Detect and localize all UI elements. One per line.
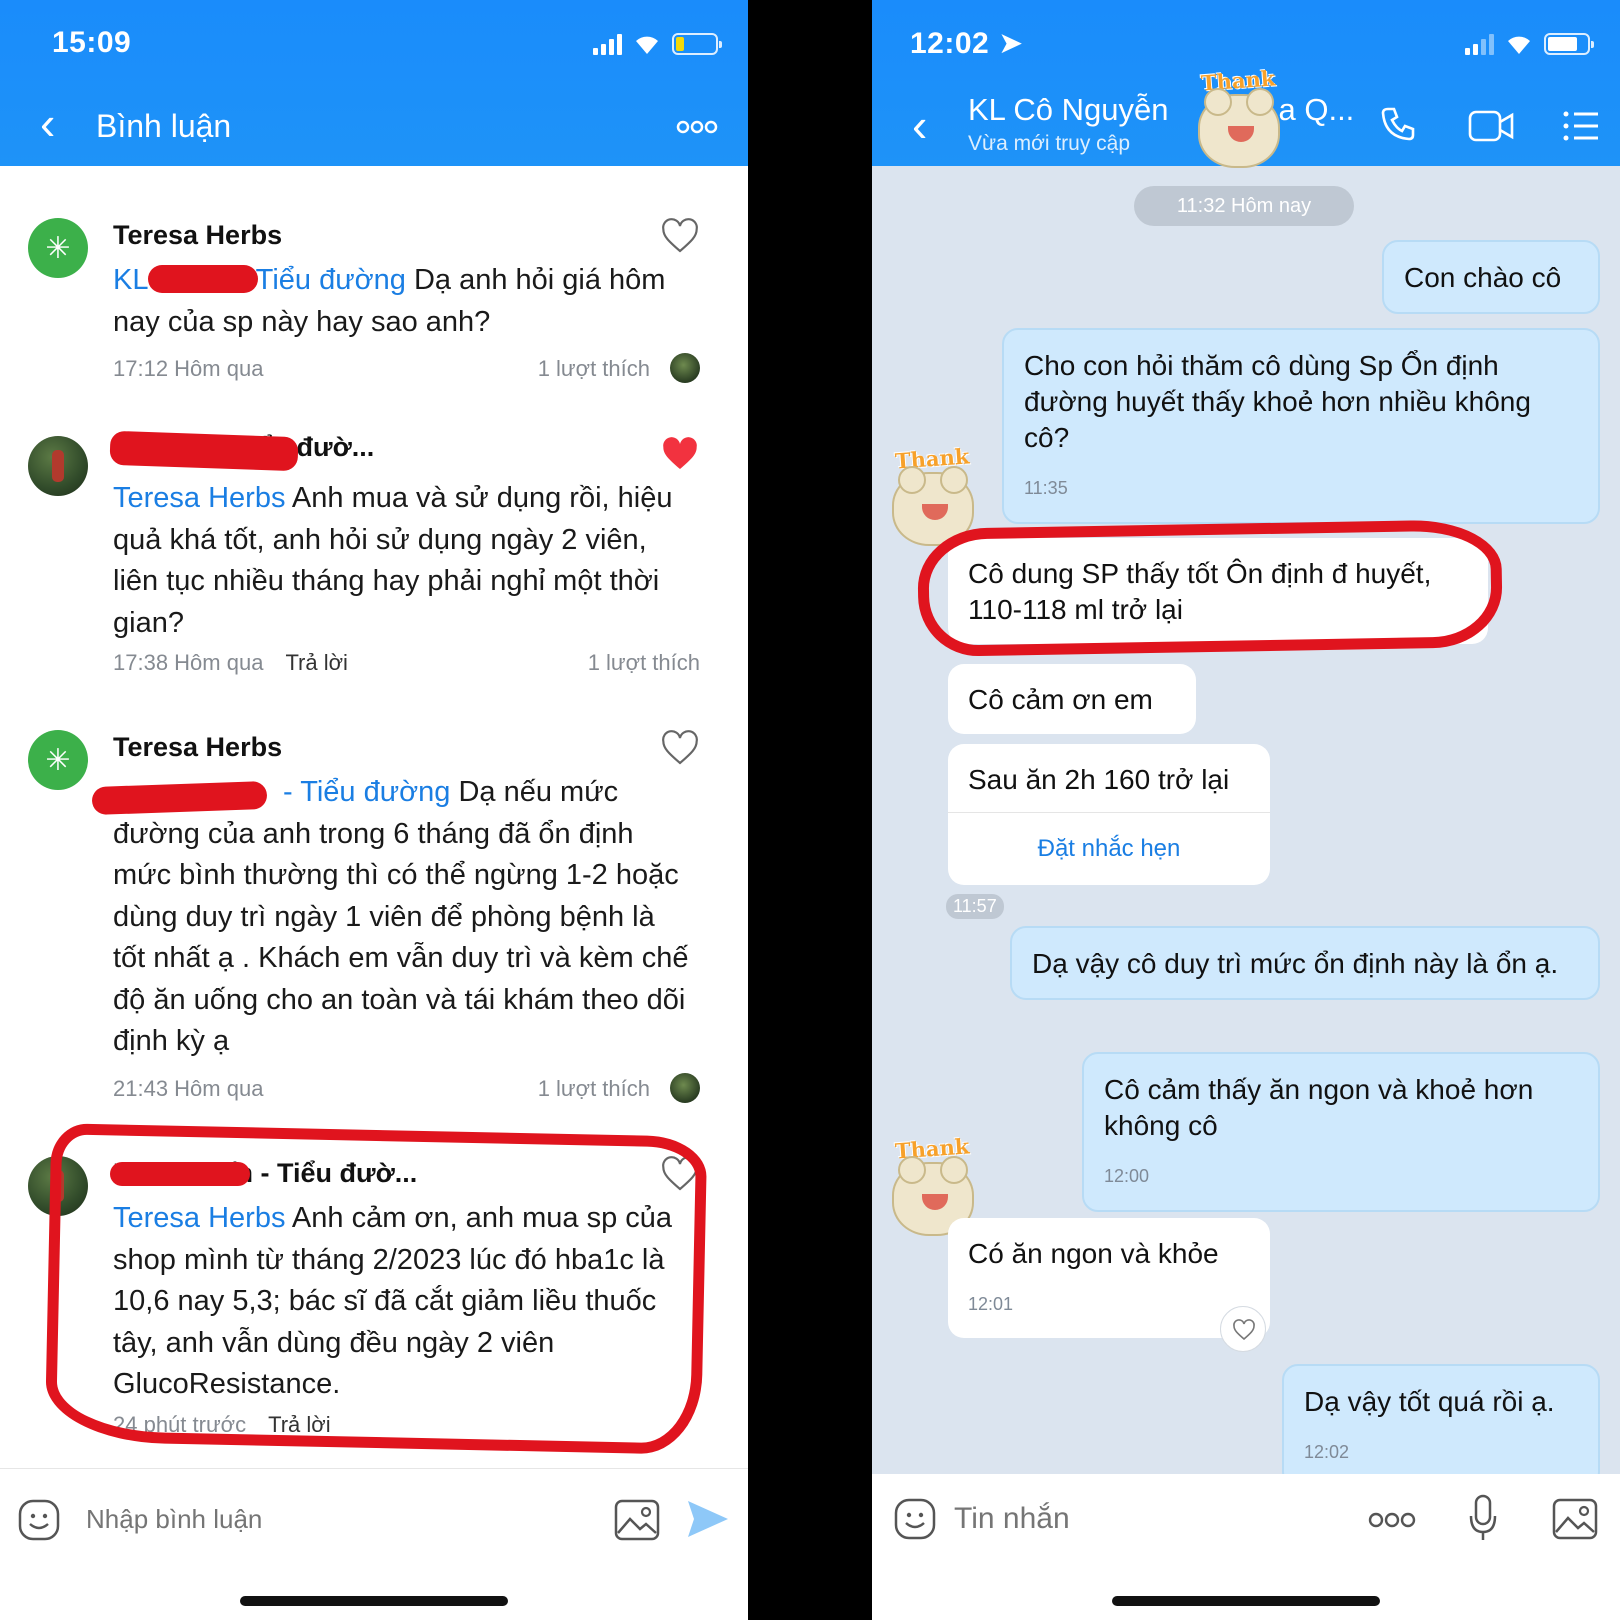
message-bubble-outgoing[interactable]: Cô cảm thấy ăn ngon và khoẻ hơn không cô… bbox=[1082, 1052, 1600, 1212]
like-count[interactable]: 1 lượt thích bbox=[538, 1076, 650, 1102]
phone-call-icon[interactable] bbox=[1380, 106, 1416, 142]
reply-button[interactable]: Trả lời bbox=[285, 650, 348, 675]
bear-sticker-icon bbox=[1198, 88, 1280, 168]
comment-author[interactable]: Teresa Herbs bbox=[113, 220, 282, 251]
like-count[interactable]: 1 lượt thích bbox=[538, 356, 650, 382]
mention-link[interactable]: - Tiểu đường bbox=[283, 776, 450, 808]
message-bubble-outgoing[interactable]: Dạ vậy cô duy trì mức ổn định này là ổn … bbox=[1010, 926, 1600, 1000]
menu-list-icon[interactable] bbox=[1562, 110, 1600, 142]
mention-link[interactable]: KL bbox=[113, 264, 148, 296]
like-count[interactable]: 1 lượt thích bbox=[588, 650, 700, 676]
liker-avatar bbox=[670, 1073, 700, 1103]
comment-input-bar bbox=[0, 1468, 748, 1568]
chat-screen: 12:02 ➤ ‹ KL Cô Nguyễn a Q... Vừa mới tru… bbox=[872, 0, 1620, 1620]
react-button[interactable] bbox=[1220, 1306, 1266, 1352]
home-indicator bbox=[240, 1596, 508, 1606]
message-input[interactable] bbox=[954, 1496, 1334, 1542]
wifi-icon bbox=[1508, 36, 1530, 54]
heart-icon[interactable] bbox=[660, 728, 700, 768]
signal-icon bbox=[1465, 33, 1494, 55]
avatar-user[interactable] bbox=[28, 436, 88, 496]
comment-meta: 17:38 Hôm qua Trả lời bbox=[113, 650, 348, 676]
comments-screen: 15:09 ‹ Bình luận ✳ Teresa Herbs KL - Tiể… bbox=[0, 0, 748, 1620]
mention-link[interactable]: - Tiểu đường bbox=[238, 264, 405, 296]
send-icon[interactable] bbox=[686, 1499, 730, 1539]
message-bubble-incoming[interactable]: Sau ăn 2h 160 trở lại Đặt nhắc hẹn bbox=[948, 744, 1270, 885]
battery-icon bbox=[672, 33, 722, 55]
message-bubble-incoming[interactable]: Cô cảm ơn em bbox=[948, 664, 1196, 734]
more-options-icon[interactable] bbox=[1368, 1512, 1416, 1528]
message-time: 11:35 bbox=[1024, 478, 1068, 498]
page-title: Bình luận bbox=[96, 108, 232, 144]
heart-icon bbox=[1233, 1319, 1255, 1341]
message-time: 12:01 bbox=[968, 1294, 1014, 1314]
message-bubble-outgoing[interactable]: Dạ vậy tốt quá rồi ạ. 12:02 bbox=[1282, 1364, 1600, 1488]
back-icon[interactable]: ‹ bbox=[40, 100, 55, 146]
set-reminder-button[interactable]: Đặt nhắc hẹn bbox=[948, 812, 1270, 885]
message-time: 12:02 bbox=[1304, 1442, 1350, 1462]
mention-link[interactable]: Teresa Herbs bbox=[113, 482, 285, 514]
comment-text: Dạ nếu mức đường của anh trong 6 tháng đ… bbox=[113, 776, 689, 1057]
wifi-icon bbox=[636, 36, 658, 54]
message-bubble-outgoing[interactable]: Cho con hỏi thăm cô dùng Sp Ổn định đườn… bbox=[1002, 328, 1600, 524]
message-time: 12:00 bbox=[1104, 1166, 1150, 1186]
image-icon[interactable] bbox=[614, 1499, 660, 1541]
heart-filled-icon[interactable] bbox=[660, 434, 700, 474]
emoji-icon[interactable] bbox=[894, 1498, 936, 1540]
comment-body: Teresa Herbs Anh mua và sử dụng rồi, hiệ… bbox=[113, 478, 693, 644]
emoji-icon[interactable] bbox=[18, 1499, 60, 1541]
comment-time: 21:43 Hôm qua bbox=[113, 1076, 264, 1101]
microphone-icon[interactable] bbox=[1468, 1494, 1498, 1542]
comment-input[interactable] bbox=[86, 1497, 566, 1541]
home-indicator bbox=[1112, 1596, 1380, 1606]
date-divider: 11:32 Hôm nay bbox=[1134, 186, 1354, 226]
avatar-teresa-herbs[interactable]: ✳ bbox=[28, 730, 88, 790]
comment-author[interactable]: Teresa Herbs bbox=[113, 732, 282, 763]
comment-time: 17:12 Hôm qua bbox=[113, 356, 264, 381]
liker-avatar bbox=[670, 353, 700, 383]
status-time: 15:09 bbox=[52, 26, 132, 59]
back-icon[interactable]: ‹ bbox=[912, 102, 927, 148]
redaction-mark bbox=[148, 265, 258, 293]
chat-title[interactable]: KL Cô Nguyễn a Q... bbox=[968, 92, 1354, 128]
more-icon[interactable] bbox=[676, 120, 718, 134]
status-icons bbox=[593, 30, 722, 58]
status-icons bbox=[1465, 30, 1594, 58]
chat-subtitle: Vừa mới truy cập bbox=[968, 132, 1131, 155]
image-icon[interactable] bbox=[1552, 1498, 1598, 1540]
status-time: 12:02 ➤ bbox=[910, 27, 1024, 60]
heart-icon[interactable] bbox=[660, 216, 700, 256]
highlight-outline bbox=[44, 1123, 708, 1455]
signal-icon bbox=[593, 33, 622, 55]
nav-bar: ‹ Bình luận bbox=[0, 100, 748, 146]
highlight-outline bbox=[916, 518, 1504, 658]
message-bubble-outgoing[interactable]: Con chào cô bbox=[1382, 240, 1600, 314]
video-call-icon[interactable] bbox=[1468, 110, 1514, 142]
avatar-teresa-herbs[interactable]: ✳ bbox=[28, 218, 88, 278]
status-bar: 15:09 bbox=[0, 0, 748, 80]
sticker-thank-you: Thank You! bbox=[1184, 65, 1294, 178]
location-arrow-icon: ➤ bbox=[998, 27, 1024, 60]
comment-time: 17:38 Hôm qua bbox=[113, 650, 264, 675]
redaction-mark bbox=[109, 430, 299, 472]
message-time-stamp: 11:57 bbox=[946, 894, 1004, 919]
battery-icon bbox=[1544, 33, 1594, 55]
comment-body: - Tiểu đường Dạ nếu mức đường của anh tr… bbox=[113, 772, 693, 1063]
